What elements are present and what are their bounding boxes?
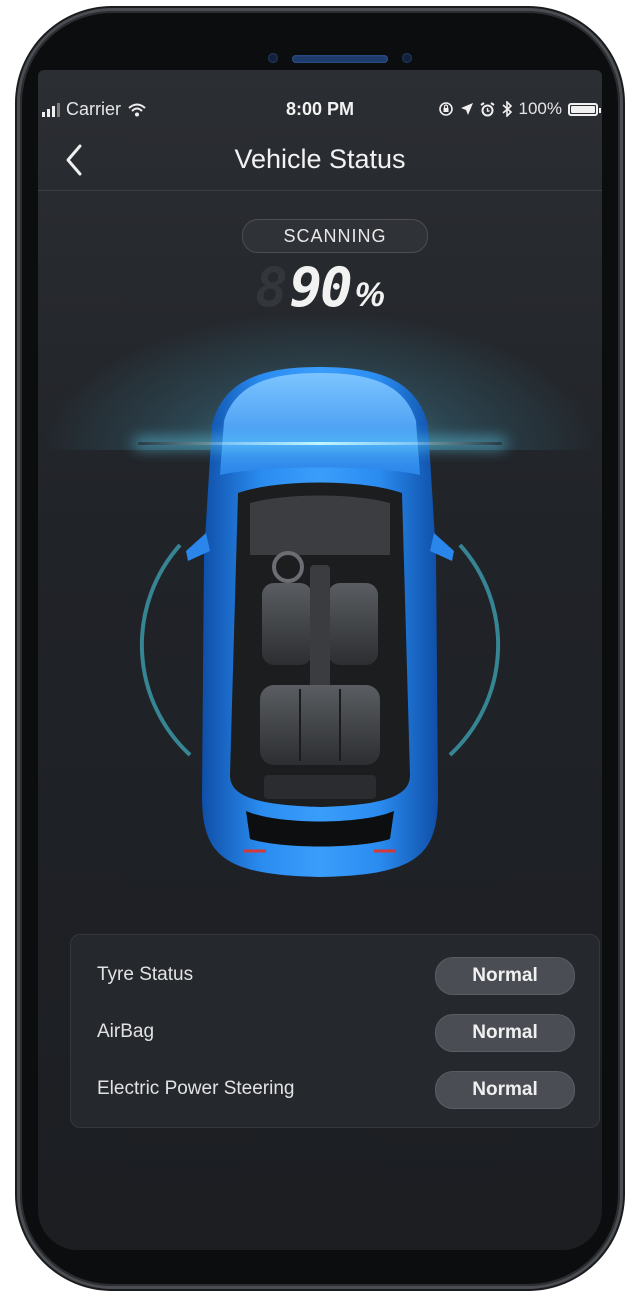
battery-percent: 100% — [518, 99, 562, 118]
check-label: AirBag — [97, 1021, 155, 1042]
page-title: Vehicle Status — [234, 144, 406, 174]
status-badge[interactable]: Normal — [435, 957, 575, 995]
scanning-status-badge: SCANNING — [242, 219, 428, 253]
navigation-bar: Vehicle Status — [38, 130, 602, 191]
list-item: AirBag Normal — [71, 1012, 599, 1052]
earpiece-speaker — [292, 55, 388, 63]
front-camera-dot — [268, 53, 278, 63]
car-top-view-icon — [139, 367, 501, 877]
status-badge[interactable]: Normal — [435, 1014, 575, 1052]
sensor-dot — [402, 53, 412, 63]
check-label: Electric Power Steering — [97, 1078, 295, 1099]
list-item: Tyre Status Normal — [71, 955, 599, 995]
status-bar: Carrier 8:00 PM 100% — [38, 96, 602, 124]
battery-icon — [568, 102, 601, 116]
bluetooth-icon — [501, 101, 512, 117]
check-label: Tyre Status — [97, 964, 194, 985]
location-arrow-icon — [460, 103, 473, 115]
scan-line — [138, 442, 502, 445]
car-top-view — [38, 355, 602, 895]
list-item: Electric Power Steering Normal — [71, 1069, 599, 1109]
vehicle-check-list: Tyre Status Normal AirBag Normal Electri… — [70, 934, 600, 1128]
lock-rotation-icon — [438, 102, 453, 116]
app-screen: Carrier 8:00 PM 100% Vehicle Status SCAN… — [38, 70, 602, 1250]
status-badge[interactable]: Normal — [435, 1071, 575, 1109]
progress-unit: % — [354, 276, 385, 314]
alarm-icon — [479, 101, 495, 116]
